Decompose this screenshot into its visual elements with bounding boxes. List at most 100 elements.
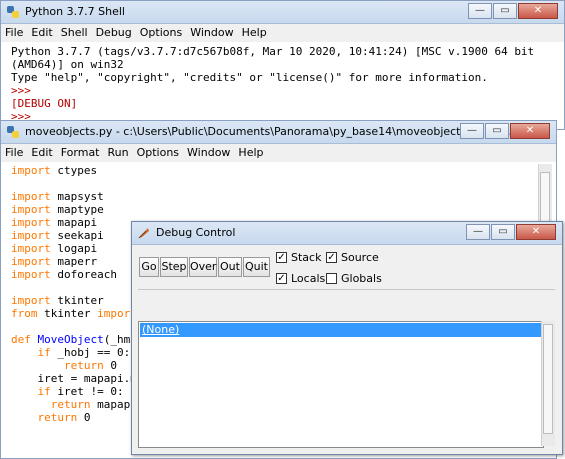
shell-menu-debug[interactable]: Debug <box>92 24 136 42</box>
code-token: _hobj == 0: <box>50 346 131 359</box>
source-label: Source <box>341 251 379 264</box>
close-button[interactable]: ✕ <box>516 224 556 240</box>
stack-scrollbar-thumb[interactable] <box>543 324 553 434</box>
code-line: import maptype <box>11 203 531 216</box>
shell-line: >>> <box>11 84 38 97</box>
code-token: def <box>11 333 31 346</box>
shell-menu-window[interactable]: Window <box>186 24 237 42</box>
editor-menubar: File Edit Format Run Options Window Help <box>1 144 556 162</box>
code-line: import mapsyst <box>11 190 531 203</box>
python-icon <box>7 6 19 18</box>
globals-checkbox[interactable] <box>326 273 337 284</box>
minimize-button[interactable]: — <box>460 123 484 139</box>
source-checkbox[interactable]: ✓ <box>326 252 337 263</box>
shell-menu-shell[interactable]: Shell <box>57 24 92 42</box>
over-button[interactable]: Over <box>189 257 217 277</box>
editor-menu-window[interactable]: Window <box>183 144 234 162</box>
minimize-button[interactable]: — <box>468 3 492 19</box>
shell-line: (AMD64)] on win32 <box>11 58 124 71</box>
maximize-button[interactable]: ▭ <box>491 224 515 240</box>
locals-checkbox[interactable]: ✓ <box>276 273 287 284</box>
code-token: ctypes <box>50 164 98 177</box>
code-token: import <box>11 203 51 216</box>
shell-menu-help[interactable]: Help <box>238 24 271 42</box>
code-token: return <box>63 359 104 372</box>
out-button[interactable]: Out <box>218 257 242 277</box>
code-token: return <box>37 411 78 424</box>
code-token: if <box>37 385 51 398</box>
stack-checkbox[interactable]: ✓ <box>276 252 287 263</box>
shell-menubar: File Edit Shell Debug Options Window Help <box>1 24 564 42</box>
shell-output[interactable]: Python 3.7.7 (tags/v3.7.7:d7c567b08f, Ma… <box>11 45 551 129</box>
shell-menu-edit[interactable]: Edit <box>27 24 56 42</box>
code-token: import <box>11 229 51 242</box>
code-token: import <box>11 255 51 268</box>
code-token: mapap <box>90 398 131 411</box>
shell-menu-file[interactable]: File <box>1 24 27 42</box>
code-token: import <box>11 216 51 229</box>
editor-menu-file[interactable]: File <box>1 144 27 162</box>
debug-control-window: Debug Control — ▭ ✕ Go Step Over Out Qui… <box>131 221 563 455</box>
code-line: import ctypes <box>11 164 531 177</box>
python-icon <box>7 126 19 138</box>
code-token: mapapi <box>50 216 98 229</box>
globals-label: Globals <box>341 272 382 285</box>
minimize-button[interactable]: — <box>466 224 490 240</box>
debug-titlebar[interactable]: Debug Control — ▭ ✕ <box>132 222 562 245</box>
status-area <box>138 289 555 320</box>
code-token: from <box>11 307 38 320</box>
shell-window: Python 3.7.7 Shell — ▭ ✕ File Edit Shell De… <box>0 0 565 130</box>
code-token: import <box>11 294 51 307</box>
code-token: maperr <box>50 255 98 268</box>
editor-menu-format[interactable]: Format <box>57 144 104 162</box>
go-button[interactable]: Go <box>139 257 159 277</box>
code-token: tkinter <box>50 294 104 307</box>
shell-title: Python 3.7.7 Shell <box>25 5 125 18</box>
code-token: return <box>50 398 91 411</box>
editor-title: moveobjects.py - c:\Users\Public\Documen… <box>25 125 524 138</box>
editor-menu-options[interactable]: Options <box>133 144 183 162</box>
code-token: maptype <box>50 203 104 216</box>
maximize-button[interactable]: ▭ <box>485 123 509 139</box>
editor-menu-edit[interactable]: Edit <box>27 144 56 162</box>
code-token: seekapi <box>50 229 104 242</box>
stack-list-item[interactable]: (None) <box>140 323 542 337</box>
code-token: if <box>37 346 51 359</box>
editor-titlebar[interactable]: moveobjects.py - c:\Users\Public\Documen… <box>1 121 556 144</box>
code-token: MoveObject <box>37 333 104 346</box>
debug-title: Debug Control <box>156 226 236 239</box>
feather-icon <box>138 228 149 239</box>
code-token: import <box>11 164 51 177</box>
code-token: import <box>11 268 51 281</box>
code-token: iret != 0: <box>50 385 124 398</box>
shell-titlebar[interactable]: Python 3.7.7 Shell — ▭ ✕ <box>1 1 564 24</box>
close-button[interactable]: ✕ <box>510 123 550 139</box>
shell-line: Python 3.7.7 (tags/v3.7.7:d7c567b08f, Ma… <box>11 45 535 58</box>
shell-menu-options[interactable]: Options <box>136 24 186 42</box>
step-button[interactable]: Step <box>160 257 188 277</box>
code-token: 0 <box>77 411 91 424</box>
code-token: import <box>11 242 51 255</box>
shell-line: [DEBUG ON] <box>11 97 78 110</box>
quit-button[interactable]: Quit <box>243 257 270 277</box>
shell-line: Type "help", "copyright", "credits" or "… <box>11 71 488 84</box>
editor-menu-help[interactable]: Help <box>234 144 267 162</box>
stack-scrollbar[interactable] <box>541 321 555 446</box>
editor-menu-run[interactable]: Run <box>104 144 133 162</box>
code-token: import <box>11 190 51 203</box>
code-token: doforeach <box>50 268 117 281</box>
code-token: iret = mapapi.m <box>11 372 137 385</box>
stack-list[interactable]: (None) <box>138 321 544 448</box>
code-token: tkinter <box>37 307 98 320</box>
stack-label: Stack <box>291 251 322 264</box>
maximize-button[interactable]: ▭ <box>493 3 517 19</box>
locals-label: Locals <box>291 272 326 285</box>
close-button[interactable]: ✕ <box>518 3 558 19</box>
code-token: mapsyst <box>50 190 104 203</box>
